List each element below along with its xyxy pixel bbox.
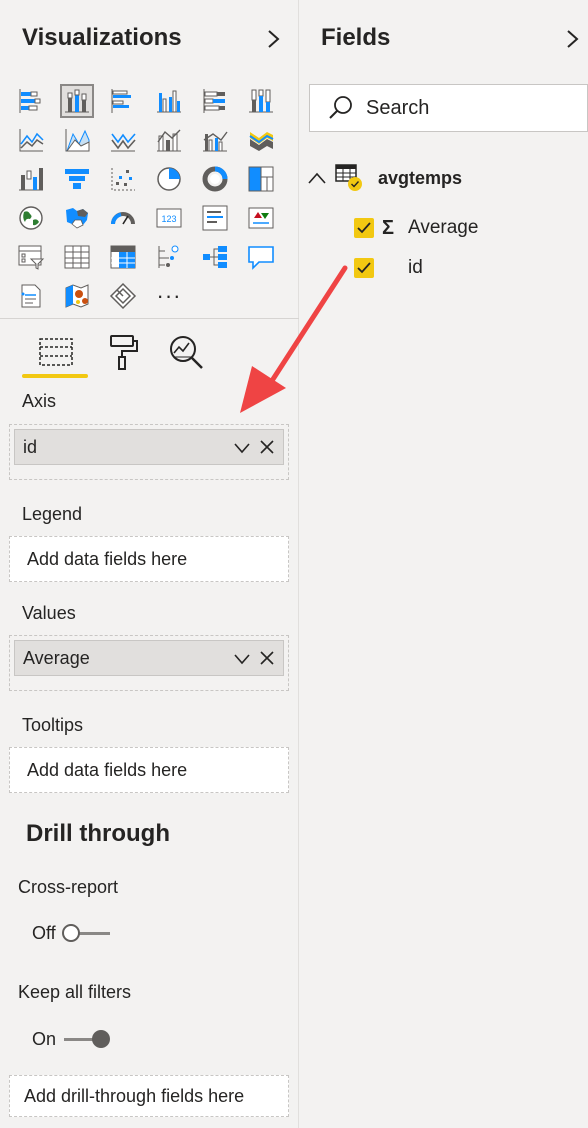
table-icon[interactable] [60, 240, 94, 274]
slicer-icon[interactable] [14, 240, 48, 274]
kpi-icon[interactable] [244, 201, 278, 235]
line-chart-icon[interactable] [14, 123, 48, 157]
keep-filters-toggle-row: On [32, 1028, 114, 1050]
more-visuals-icon[interactable]: ··· [152, 279, 186, 313]
power-apps-icon[interactable] [106, 279, 140, 313]
map-icon[interactable] [14, 201, 48, 235]
pie-chart-icon[interactable] [152, 162, 186, 196]
values-well-label: Values [22, 603, 76, 623]
axis-well[interactable]: id [9, 424, 289, 480]
axis-field-name: id [23, 436, 38, 457]
key-influencers-icon[interactable] [152, 240, 186, 274]
active-tab-indicator [22, 374, 88, 378]
donut-chart-icon[interactable] [198, 162, 232, 196]
axis-well-label: Axis [22, 391, 57, 411]
azure-map-icon[interactable] [60, 279, 94, 313]
fields-title: Fields [321, 24, 391, 51]
legend-well-label: Legend [22, 504, 83, 524]
clustered-bar-chart-icon[interactable] [106, 84, 140, 118]
drill-through-well[interactable]: Add drill-through fields here [9, 1075, 289, 1117]
table-avgtemps[interactable]: avgtemps [308, 160, 462, 196]
values-field-pill[interactable]: Average [14, 640, 284, 676]
stacked-area-chart-icon[interactable] [106, 123, 140, 157]
search-icon [329, 96, 352, 119]
close-icon[interactable] [259, 439, 275, 455]
svg-text:123: 123 [161, 214, 176, 224]
table-icon [335, 164, 362, 191]
values-well[interactable]: Average [9, 635, 289, 691]
clustered-column-chart-icon[interactable] [152, 84, 186, 118]
checkmark-icon [357, 222, 371, 234]
keep-filters-state: On [32, 1028, 57, 1049]
decomposition-tree-icon[interactable] [198, 240, 232, 274]
cross-report-state: Off [32, 922, 56, 943]
legend-well[interactable]: Add data fields here [9, 536, 289, 582]
visualizations-pane: Visualizations 123 ··· Axis id Legend Ad… [0, 0, 299, 1128]
field-average[interactable]: Σ Average [354, 213, 478, 243]
cross-report-label: Cross-report [18, 877, 119, 897]
stacked-column-chart-icon[interactable] [60, 84, 94, 118]
axis-field-pill[interactable]: id [14, 429, 284, 465]
fields-tab-icon[interactable] [34, 330, 78, 374]
visualizations-title: Visualizations [22, 24, 182, 51]
qa-icon[interactable] [244, 240, 278, 274]
chevron-down-icon[interactable] [233, 439, 251, 457]
card-icon[interactable]: 123 [152, 201, 186, 235]
field-name-average: Average [408, 217, 479, 238]
visual-types-grid: 123 ··· [14, 84, 278, 313]
search-box[interactable] [309, 84, 588, 132]
tooltips-well-label: Tooltips [22, 715, 84, 735]
collapse-visualizations-chevron-icon[interactable] [266, 27, 282, 51]
keep-filters-label: Keep all filters [18, 982, 132, 1002]
checkbox-average[interactable] [354, 218, 374, 238]
keep-filters-toggle[interactable] [62, 1028, 114, 1050]
close-icon[interactable] [259, 650, 275, 666]
tooltips-well[interactable]: Add data fields here [9, 747, 289, 793]
build-tabs [0, 326, 299, 382]
sigma-icon: Σ [382, 216, 395, 239]
search-input[interactable] [366, 96, 566, 120]
line-and-clustered-column-icon[interactable] [198, 123, 232, 157]
chevron-up-icon[interactable] [308, 172, 326, 184]
section-divider [0, 318, 299, 319]
line-and-stacked-column-icon[interactable] [152, 123, 186, 157]
gauge-icon[interactable] [106, 201, 140, 235]
checkbox-id[interactable] [354, 258, 374, 278]
values-field-name: Average [23, 647, 90, 668]
chevron-down-icon[interactable] [233, 650, 251, 668]
funnel-icon[interactable] [60, 162, 94, 196]
drill-through-title: Drill through [26, 820, 170, 847]
stacked-bar-chart-icon[interactable] [14, 84, 48, 118]
field-name-id: id [408, 257, 423, 278]
field-id[interactable]: id [354, 253, 423, 283]
filled-map-icon[interactable] [60, 201, 94, 235]
ribbon-chart-icon[interactable] [244, 123, 278, 157]
analytics-magnifier-icon[interactable] [164, 330, 208, 374]
multi-row-card-icon[interactable] [198, 201, 232, 235]
checkmark-icon [357, 262, 371, 274]
matrix-icon[interactable] [106, 240, 140, 274]
100-stacked-bar-chart-icon[interactable] [198, 84, 232, 118]
cross-report-toggle-row: Off [32, 922, 114, 944]
scatter-chart-icon[interactable] [106, 162, 140, 196]
fields-pane: Fields avgtemps Σ Average id [300, 0, 588, 1128]
100-stacked-column-chart-icon[interactable] [244, 84, 278, 118]
table-name: avgtemps [378, 167, 463, 188]
waterfall-chart-icon[interactable] [14, 162, 48, 196]
area-chart-icon[interactable] [60, 123, 94, 157]
format-paint-roller-icon[interactable] [100, 330, 144, 374]
treemap-icon[interactable] [244, 162, 278, 196]
collapse-fields-chevron-icon[interactable] [565, 27, 581, 51]
cross-report-toggle[interactable] [61, 922, 114, 944]
smart-narrative-icon[interactable] [14, 279, 48, 313]
